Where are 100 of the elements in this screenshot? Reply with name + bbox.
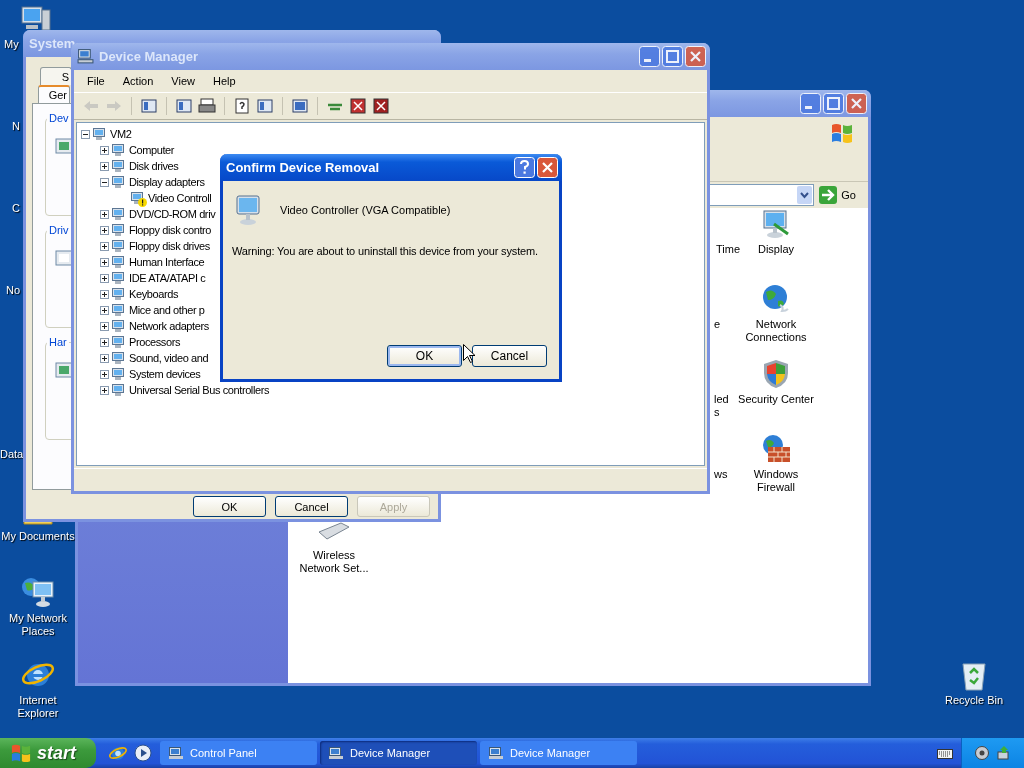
expand-icon[interactable] [100,241,109,251]
desktop-icon-label[interactable]: My [4,38,19,51]
help-icon[interactable] [233,97,251,115]
tree-item[interactable]: Keyboards [129,288,178,300]
start-button[interactable]: start [0,738,96,768]
expand-icon[interactable] [100,353,109,363]
device-icon [111,270,127,286]
device-icon [111,254,127,270]
expand-icon[interactable] [100,385,109,395]
windows-logo-icon [830,122,854,144]
expand-icon[interactable] [100,209,109,219]
expand-icon[interactable] [100,273,109,283]
tree-item[interactable]: Disk drives [129,160,179,172]
desktop-icon-label[interactable]: Internet Explorer [0,694,76,720]
tree-item[interactable]: Universal Serial Bus controllers [129,384,270,396]
keyboard-icon[interactable] [937,747,953,759]
tree-item[interactable]: Processors [129,336,181,348]
globe-icon [760,283,792,315]
taskbar-button[interactable]: Device Manager [480,741,637,765]
taskbar-button[interactable]: Control Panel [160,741,317,765]
dialog-title: Confirm Device Removal [226,160,380,175]
control-panel-item[interactable]: Security Center [734,393,818,406]
desktop-icon-label[interactable]: Data [0,448,24,461]
tree-item[interactable]: Human Interface [129,256,205,268]
collapse-icon[interactable] [81,129,90,139]
help-icon[interactable] [514,157,535,178]
tree-item[interactable]: Mice and other p [129,304,205,316]
tree-item[interactable]: Network adapters [129,320,209,332]
desktop-icon-label[interactable]: Recycle Bin [936,694,1012,707]
dialog-button[interactable]: OK [387,345,462,367]
desktop-icon-label[interactable]: C [12,202,20,215]
expand-icon[interactable] [100,161,109,171]
tab[interactable]: S [40,67,72,85]
tree-item[interactable]: Computer [129,144,175,156]
menu-item[interactable]: Action [113,75,163,87]
scan-icon[interactable] [291,97,309,115]
tree-item[interactable]: Video Controll [148,192,212,204]
firewall-icon [760,433,792,465]
close-icon[interactable] [537,157,558,178]
tree-pane-icon[interactable] [140,97,158,115]
tree-item[interactable]: Display adapters [129,176,205,188]
control-panel-item[interactable]: e [714,318,721,331]
computer-icon [488,745,504,761]
menu-item[interactable]: Help [203,75,245,87]
maximize-icon[interactable] [823,93,844,114]
maximize-icon[interactable] [662,46,683,67]
desktop-icon-label[interactable]: My Documents [0,530,76,543]
tree-item[interactable]: VM2 [110,128,132,140]
control-panel-item[interactable]: Network Connections [734,318,818,344]
expand-icon[interactable] [100,257,109,267]
taskbar-button[interactable]: Device Manager [320,741,477,765]
group-label: Dev [47,112,71,124]
dialog-button[interactable]: Cancel [275,496,348,517]
pane-icon[interactable] [256,97,274,115]
collapse-icon[interactable] [100,177,109,187]
speaker-icon[interactable] [974,745,990,761]
tree-item[interactable]: System devices [129,368,201,380]
minimize-icon[interactable] [800,93,821,114]
dialog-button[interactable]: OK [193,496,266,517]
desktop-icon-label[interactable]: N [12,120,20,133]
menu-item[interactable]: File [78,75,114,87]
media-player-icon[interactable] [134,744,152,762]
computer-icon [328,745,344,761]
device-icon [111,142,127,158]
desktop-icon-label[interactable]: No [6,284,21,297]
control-panel-item[interactable]: ws [714,468,728,481]
expand-icon[interactable] [100,337,109,347]
uninstall-icon[interactable] [372,97,390,115]
tree-item[interactable]: Floppy disk contro [129,224,212,236]
disable-icon[interactable] [349,97,367,115]
go-button[interactable]: Go [819,186,862,204]
close-icon[interactable] [846,93,867,114]
menu-item[interactable]: View [162,75,204,87]
control-panel-item[interactable]: led s [714,393,729,419]
minimize-icon[interactable] [639,46,660,67]
close-icon[interactable] [685,46,706,67]
device-icon [111,286,127,302]
printer-icon[interactable] [198,97,216,115]
tree-item[interactable]: DVD/CD-ROM driv [129,208,216,220]
properties-icon[interactable] [175,97,193,115]
expand-icon[interactable] [100,145,109,155]
control-panel-item[interactable]: Time [716,243,741,256]
expand-icon[interactable] [100,289,109,299]
tab[interactable]: Ger [38,85,70,103]
expand-icon[interactable] [100,321,109,331]
group-label: Driv [47,224,71,236]
expand-icon[interactable] [100,369,109,379]
control-panel-item[interactable]: Windows Firewall [734,468,818,494]
windows-logo-icon [10,743,32,763]
tree-item[interactable]: Sound, video and [129,352,209,364]
device-icon [111,382,127,398]
dialog-button[interactable]: Cancel [472,345,547,367]
desktop-icon-label[interactable]: My Network Places [0,612,76,638]
control-panel-item[interactable]: Wireless Network Set... [292,549,376,575]
tree-item[interactable]: Floppy disk drives [129,240,210,252]
window-title: System [29,36,76,51]
expand-icon[interactable] [100,225,109,235]
tree-item[interactable]: IDE ATA/ATAPI c [129,272,206,284]
computer-icon [77,48,94,65]
expand-icon[interactable] [100,305,109,315]
